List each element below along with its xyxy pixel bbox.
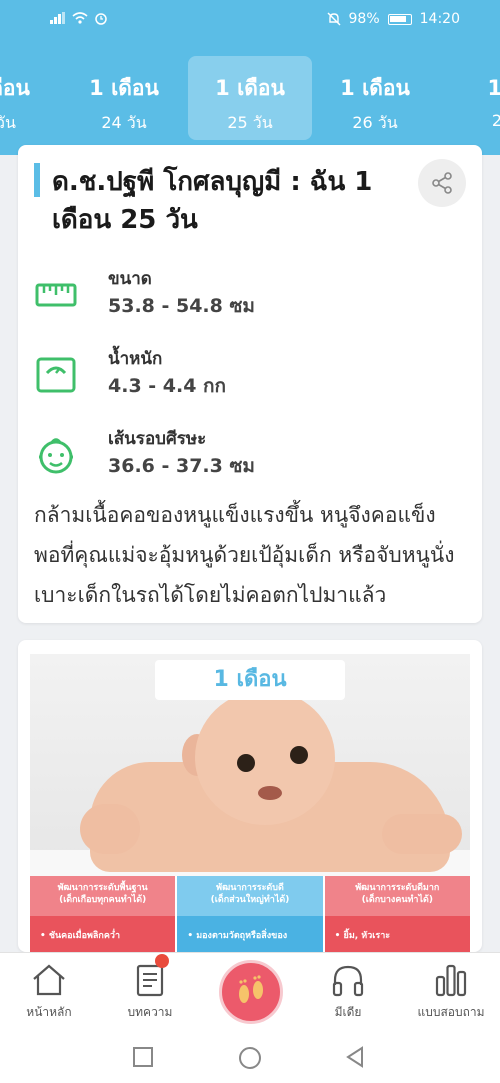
level-subtitle: (เด็กส่วนใหญ่ทำได้) — [210, 895, 290, 905]
tab-title: 1 เดือน — [215, 76, 285, 100]
level-heading: พัฒนาการระดับพื้นฐาน (เด็กเกือบทุกคนทำได… — [30, 876, 176, 916]
tab-sub: 24 วัน — [101, 113, 147, 132]
bar-chart-icon — [435, 964, 467, 997]
system-nav-bar — [0, 1030, 500, 1083]
status-icons-left — [50, 11, 108, 25]
article-icon — [136, 964, 164, 997]
metric-label: เส้นรอบศีรษะ — [108, 429, 207, 449]
level-title: พัฒนาการระดับพื้นฐาน — [57, 883, 148, 893]
tab-sub: 26 วัน — [352, 113, 398, 132]
tab-title: 1 เ — [487, 76, 500, 100]
share-button[interactable] — [418, 159, 466, 207]
nav-media[interactable]: มีเดีย — [303, 963, 393, 1022]
back-icon[interactable] — [344, 1046, 366, 1068]
tab-age-3[interactable]: 1 เดือน 26 วัน — [313, 56, 437, 140]
nav-survey[interactable]: แบบสอบถาม — [406, 963, 496, 1022]
level-heading: พัฒนาการระดับดีมาก (เด็กบางคนทำได้) — [324, 876, 470, 916]
level-heading: พัฒนาการระดับดี (เด็กส่วนใหญ่ทำได้) — [177, 876, 323, 916]
metric-value: 53.8 - 54.8 ซม — [108, 295, 255, 317]
baby-photo: 1 เดือน — [30, 654, 470, 876]
status-icons-right: 98% 14:20 — [327, 11, 460, 27]
level-item: • ยิ้ม, หัวเราะ — [324, 916, 470, 952]
battery-icon — [387, 13, 412, 25]
tab-title: 1 เดือน — [89, 76, 159, 100]
tab-age-2-active[interactable]: 1 เดือน 25 วัน — [188, 56, 312, 140]
scale-icon — [36, 357, 76, 393]
nav-articles[interactable]: บทความ — [105, 963, 195, 1022]
status-bar: 98% 14:20 — [0, 0, 500, 40]
baby-arm-shape — [382, 814, 462, 854]
share-icon — [432, 172, 452, 194]
level-title: พัฒนาการระดับดี — [216, 883, 284, 893]
tab-age-1[interactable]: 1 เดือน 24 วัน — [62, 56, 186, 140]
level-basic: พัฒนาการระดับพื้นฐาน (เด็กเกือบทุกคนทำได… — [30, 876, 176, 952]
nav-label: หน้าหลัก — [26, 1005, 72, 1019]
metric-value: 36.6 - 37.3 ซม — [108, 455, 255, 477]
footprints-icon — [239, 975, 263, 1003]
photo-age-label: 1 เดือน — [155, 660, 345, 700]
headphones-icon — [332, 965, 364, 997]
level-item: • ชันคอเมื่อพลิกคว่ำ — [30, 916, 176, 952]
tab-age-4[interactable]: 1 เ 27 — [440, 56, 500, 140]
tab-sub: 25 วัน — [227, 113, 273, 132]
baby-eye-shape — [290, 746, 308, 764]
baby-face-icon — [39, 438, 73, 474]
clock: 14:20 — [419, 11, 460, 27]
baby-eye-shape — [237, 754, 255, 772]
metric-value: 4.3 - 4.4 กก — [108, 375, 227, 397]
nav-label: แบบสอบถาม — [417, 1005, 485, 1019]
development-description: กล้ามเนื้อคอของหนูแข็งแรงขึ้น หนูจึงคอแข… — [34, 503, 455, 607]
ruler-icon — [35, 283, 77, 307]
nav-label: มีเดีย — [334, 1005, 362, 1019]
metric-weight: น้ำหนัก 4.3 - 4.4 กก — [34, 345, 454, 405]
development-levels: พัฒนาการระดับพื้นฐาน (เด็กเกือบทุกคนทำได… — [30, 876, 470, 952]
tab-sub: 27 — [491, 111, 500, 130]
baby-mouth-shape — [258, 786, 282, 800]
level-good: พัฒนาการระดับดี (เด็กส่วนใหญ่ทำได้) • มอ… — [177, 876, 323, 952]
tab-title: เดือน — [0, 76, 30, 100]
tab-sub: วัน — [0, 113, 16, 132]
development-image-card[interactable]: 1 เดือน พัฒนาการระดับพื้นฐาน (เด็กเกือบท… — [18, 640, 482, 952]
metric-label: น้ำหนัก — [108, 349, 163, 369]
baby-head-shape — [195, 690, 335, 825]
notification-badge — [155, 954, 169, 968]
nav-label: บทความ — [127, 1005, 173, 1019]
level-item: • มองตามวัตถุหรือสิ่งของ — [177, 916, 323, 952]
page-title: ด.ช.ปฐพี โกศลบุญมี : ฉัน 1 เดือน 25 วัน — [52, 167, 373, 235]
battery-percent: 98% — [348, 11, 380, 27]
metric-head-circumference: เส้นรอบศีรษะ 36.6 - 37.3 ซม — [34, 425, 454, 485]
level-excellent: พัฒนาการระดับดีมาก (เด็กบางคนทำได้) • ยิ… — [324, 876, 470, 952]
signal-icon — [50, 12, 65, 24]
recent-apps-icon[interactable] — [132, 1046, 154, 1068]
age-tabs: เดือน วัน 1 เดือน 24 วัน 1 เดือน 25 วัน … — [0, 40, 500, 155]
metric-length: ขนาด 53.8 - 54.8 ซม — [34, 265, 454, 325]
baby-steps-button[interactable] — [219, 960, 283, 1024]
baby-arm-shape — [80, 804, 140, 854]
title-accent-bar — [34, 163, 40, 197]
level-subtitle: (เด็กเกือบทุกคนทำได้) — [59, 895, 147, 905]
alarm-icon — [95, 13, 107, 25]
tab-title: 1 เดือน — [340, 76, 410, 100]
level-subtitle: (เด็กบางคนทำได้) — [361, 895, 433, 905]
home-icon — [33, 964, 65, 996]
level-title: พัฒนาการระดับดีมาก — [355, 883, 440, 893]
mute-icon — [327, 12, 341, 26]
metric-label: ขนาด — [108, 269, 152, 289]
growth-info-card: ด.ช.ปฐพี โกศลบุญมี : ฉัน 1 เดือน 25 วัน … — [18, 145, 482, 623]
nav-home[interactable]: หน้าหลัก — [4, 963, 94, 1022]
wifi-icon — [72, 12, 88, 24]
home-circle-icon[interactable] — [238, 1046, 262, 1070]
tab-age-0[interactable]: เดือน วัน — [0, 56, 68, 140]
